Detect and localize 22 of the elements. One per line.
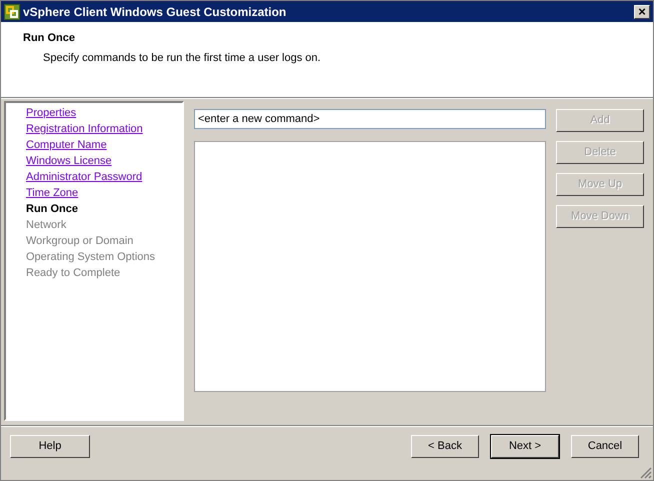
step-item[interactable]: Administrator Password	[26, 169, 142, 185]
window-title: vSphere Client Windows Guest Customization	[23, 4, 286, 20]
command-field[interactable]: <enter a new command>	[194, 109, 546, 129]
footer-button[interactable]: < Back	[411, 435, 479, 458]
footer-button[interactable]: Help	[10, 435, 90, 458]
step-item[interactable]: Windows License	[26, 153, 112, 169]
step-item: Ready to Complete	[26, 266, 120, 281]
step-item: Workgroup or Domain	[26, 234, 134, 249]
close-button[interactable]: ×	[634, 4, 650, 18]
step-item[interactable]: Registration Information	[26, 121, 143, 137]
step-item: Operating System Options	[26, 250, 156, 265]
footer-button[interactable]: Cancel	[571, 435, 639, 458]
step-item[interactable]: Computer Name	[26, 137, 107, 153]
resize-grip-icon[interactable]	[640, 467, 652, 479]
page-subtitle: Specify commands to be run the first time a user logs on.	[42, 50, 322, 66]
step-item[interactable]: Properties	[26, 105, 76, 121]
footer-button[interactable]: Next >	[491, 435, 559, 458]
app-icon	[4, 4, 20, 20]
step-item[interactable]: Time Zone	[26, 185, 78, 201]
step-item: Network	[26, 218, 66, 233]
page-title: Run Once	[23, 31, 76, 46]
step-item: Run Once	[26, 202, 78, 217]
